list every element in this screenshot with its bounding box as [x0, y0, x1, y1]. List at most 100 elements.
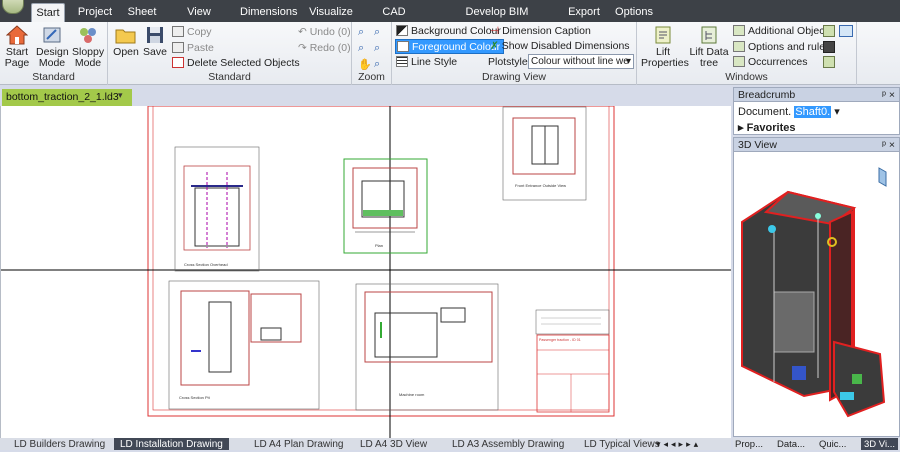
pane-tab-3d-view[interactable]: 3D Vi... [861, 438, 898, 450]
pane-tab-properties[interactable]: Prop... [735, 438, 763, 450]
pan-icon[interactable]: ✋ [358, 58, 372, 71]
occurrences-button[interactable]: Occurrences [733, 55, 808, 70]
breadcrumb-title: Breadcrumb [738, 89, 796, 101]
zoom-extents-icon[interactable]: ⌕ [374, 42, 380, 55]
group-title-windows: Windows [725, 71, 768, 83]
breadcrumb-panel: Breadcrumb ᵖ × Document. Shaft0. ▾ ▸ Favo… [733, 87, 900, 135]
line-style-label: Line Style [411, 56, 458, 68]
tab-view-frame[interactable]: View Frame [170, 3, 228, 37]
redo-button[interactable]: ↷ Redo (0) [298, 41, 351, 56]
paste-button[interactable]: Paste [172, 41, 214, 56]
home-icon [6, 25, 28, 45]
tab-develop-bim-components[interactable]: Develop BIM Components [440, 3, 554, 37]
open-button[interactable]: Open [112, 25, 140, 58]
sheet-tab-scroll-arrows[interactable]: ▾◂◂▸▸▴ [656, 438, 701, 450]
options-and-rules-label: Options and rules [748, 41, 831, 53]
pane-tab-quick[interactable]: Quic... [819, 438, 846, 450]
pane-tab-data[interactable]: Data... [777, 438, 805, 450]
expand-arrow-icon: ▸ [738, 122, 747, 134]
additional-objects-icon [733, 25, 745, 36]
document-tab-dropdown-icon[interactable]: ▾ [118, 90, 123, 101]
machine-room-frame [355, 283, 499, 411]
tab-project[interactable]: Project [75, 3, 115, 22]
dimension-caption-button[interactable]: ⊣ Dimension Caption [490, 24, 591, 39]
start-page-button[interactable]: Start Page [2, 25, 32, 69]
plotstyles-label: Plotstyles [488, 56, 533, 68]
foreground-colour-label: Foreground Colour [412, 41, 501, 53]
sloppy-mode-icon [80, 28, 96, 43]
cross-section-pit-frame [168, 280, 320, 410]
sloppy-mode-button[interactable]: Sloppy Mode [72, 25, 104, 69]
group-zoom: ⌕ ⌕ ⌕ ⌕ ✋ ⌕ Zoom [352, 22, 392, 85]
application-button[interactable] [2, 0, 24, 14]
floppy-disk-icon [147, 27, 163, 43]
paste-icon [172, 42, 184, 53]
sheet-tab-a3-assembly[interactable]: LD A3 Assembly Drawing [452, 438, 564, 450]
undo-button[interactable]: ↶ Undo (0) [298, 25, 351, 40]
sheet-tab-a4-plan[interactable]: LD A4 Plan Drawing [254, 438, 344, 450]
tab-cad-models[interactable]: CAD Models [365, 3, 423, 37]
design-mode-button[interactable]: Design Mode [36, 25, 69, 69]
tab-sheet[interactable]: Sheet [125, 3, 159, 22]
group-title-drawing-view: Drawing View [482, 71, 546, 83]
info-icon[interactable] [823, 41, 835, 53]
lift-properties-icon [655, 26, 671, 44]
zoom-in-icon[interactable]: ⌕ [358, 26, 364, 39]
3d-view-title: 3D View [738, 139, 777, 151]
panel-pin-close-icons[interactable]: ᵖ × [882, 138, 895, 152]
3d-shaft-model[interactable] [734, 152, 899, 436]
tab-export[interactable]: Export [566, 3, 602, 22]
design-mode-label: Design Mode [36, 46, 69, 69]
sheet-tab-builders[interactable]: LD Builders Drawing [14, 438, 105, 450]
group-title-standard: Standard [32, 71, 75, 83]
favorites-node[interactable]: ▸ Favorites [734, 121, 899, 134]
group-title-zoom: Zoom [358, 71, 385, 83]
sloppy-mode-label: Sloppy Mode [72, 46, 105, 69]
show-disabled-dimensions-button[interactable]: ✗ Show Disabled Dimensions [490, 39, 630, 54]
zoom-previous-icon[interactable]: ⌕ [374, 58, 380, 71]
lift-properties-button[interactable]: Lift Properties [641, 25, 689, 69]
show-disabled-dimensions-label: Show Disabled Dimensions [501, 40, 630, 52]
additional-objects-button[interactable]: Additional Objects [733, 24, 833, 39]
start-page-label: Start Page [4, 46, 30, 69]
redo-label: Redo (0) [309, 42, 351, 54]
drawing-canvas[interactable]: Cross Section Overhead Plan Front Entran… [0, 106, 731, 438]
sheet-tab-typical-views[interactable]: LD Typical Views [584, 438, 660, 450]
label-front-entrance: Front Entrance Outside View [515, 183, 566, 188]
sheet-tab-installation[interactable]: LD Installation Drawing [114, 438, 229, 450]
breadcrumb-document[interactable]: Document. [738, 106, 791, 118]
tab-start[interactable]: Start [31, 3, 65, 22]
document-tab[interactable]: bottom_traction_2_1.ld3 [2, 89, 132, 106]
tab-visualize[interactable]: Visualize [309, 3, 353, 22]
foreground-colour-button[interactable]: Foreground Colour [395, 39, 505, 54]
copy-button[interactable]: Copy [172, 25, 212, 40]
zoom-out-icon[interactable]: ⌕ [374, 26, 380, 39]
document-tab-label: bottom_traction_2_1.ld3 [6, 91, 119, 103]
group-standard-modes: Start Page Design Mode Sloppy Mode Stand… [0, 22, 108, 85]
breadcrumb-shaft[interactable]: Shaft0. [794, 106, 832, 118]
3d-view-header: 3D View ᵖ × [734, 138, 899, 152]
breadcrumb-dropdown-icon[interactable]: ▾ [834, 106, 840, 118]
ovr-icon[interactable] [839, 25, 853, 37]
delete-selected-button[interactable]: Delete Selected Objects [172, 56, 300, 71]
zoom-window-icon[interactable]: ⌕ [358, 42, 364, 55]
occurrences-icon [733, 56, 745, 67]
lift-data-tree-button[interactable]: Lift Data tree [689, 25, 729, 69]
panel-pin-close-icons[interactable]: ᵖ × [882, 88, 895, 102]
tab-options[interactable]: Options [614, 3, 654, 22]
background-colour-button[interactable]: Background Colour [396, 24, 501, 39]
line-style-button[interactable]: Line Style [396, 55, 457, 70]
dimension-caption-icon: ⊣ [490, 25, 503, 37]
redo-icon: ↷ [298, 42, 310, 54]
line-style-icon [396, 56, 408, 67]
options-and-rules-button[interactable]: Options and rules [733, 40, 830, 55]
group-windows: Lift Properties Lift Data tree Additiona… [637, 22, 857, 85]
plotstyles-select[interactable]: Colour without line we ▾ [528, 54, 634, 69]
settings-icon[interactable] [823, 56, 835, 68]
lift-data-tree-label: Lift Data tree [689, 46, 729, 69]
save-button[interactable]: Save [142, 25, 168, 58]
sheet-tab-a4-3d-view[interactable]: LD A4 3D View [360, 438, 427, 450]
close-x-icon[interactable] [823, 25, 835, 37]
tab-dimensions[interactable]: Dimensions [240, 3, 297, 22]
copy-label: Copy [187, 26, 212, 38]
